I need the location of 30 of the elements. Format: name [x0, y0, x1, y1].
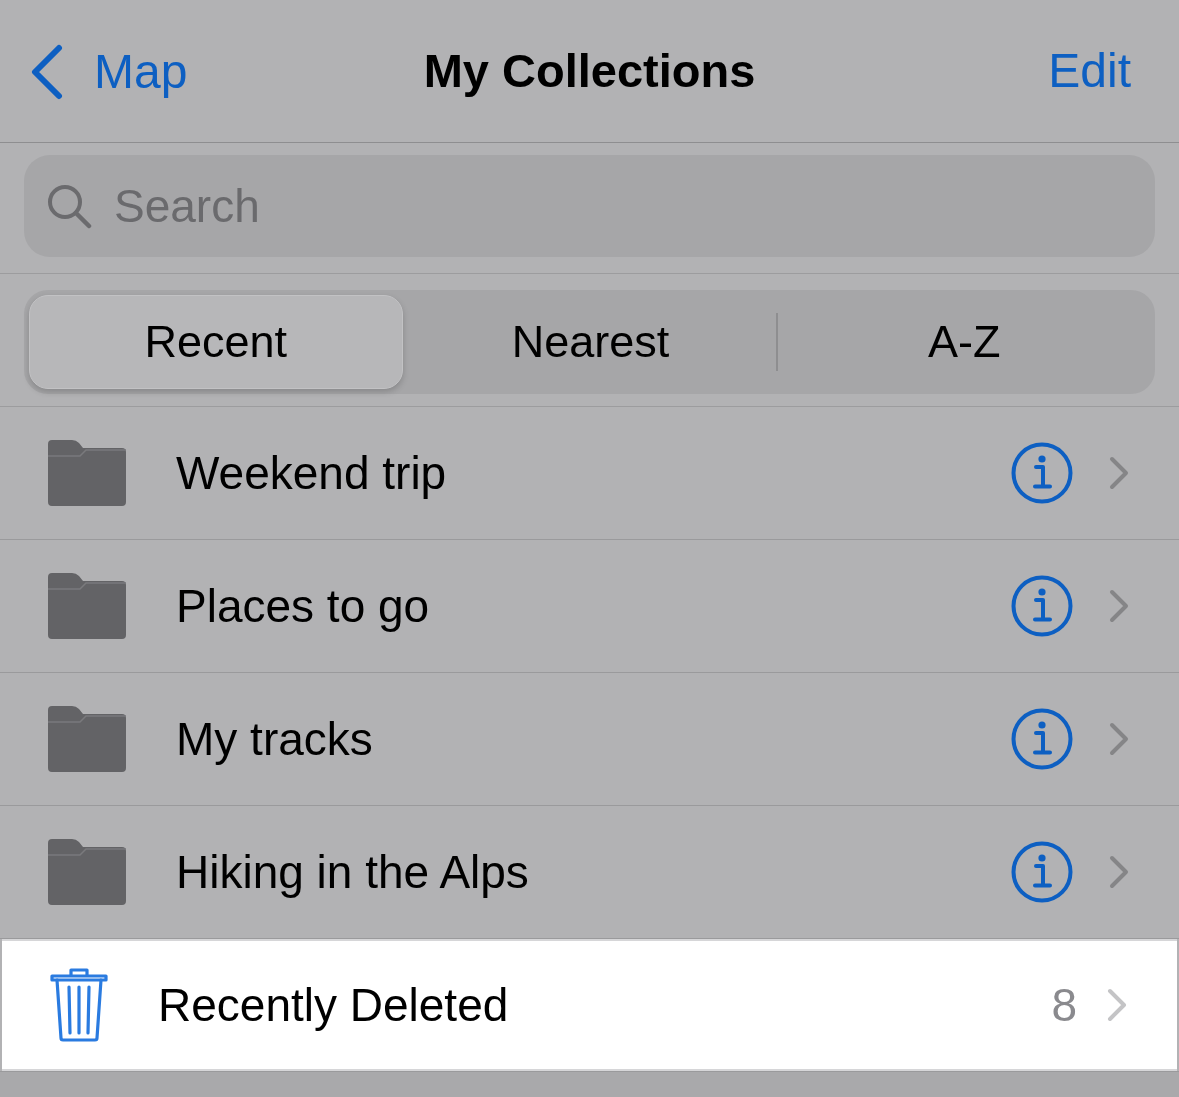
- sort-tab[interactable]: Nearest: [404, 295, 777, 389]
- folder-icon: [48, 839, 126, 905]
- collection-row[interactable]: My tracks: [0, 673, 1179, 806]
- collection-name: My tracks: [176, 711, 374, 767]
- search-icon: [46, 183, 92, 229]
- collection-row[interactable]: Places to go: [0, 540, 1179, 673]
- collection-row[interactable]: Weekend trip: [0, 407, 1179, 540]
- info-icon[interactable]: [1011, 708, 1073, 770]
- chevron-icon: [1109, 722, 1129, 756]
- chevron-icon: [1109, 456, 1129, 490]
- folder-icon: [48, 573, 126, 639]
- folder-icon: [48, 440, 126, 506]
- recently-deleted-label: Recently Deleted: [158, 977, 510, 1033]
- sort-tab[interactable]: Recent: [29, 295, 403, 389]
- folder-icon: [48, 706, 126, 772]
- search-field[interactable]: Search: [24, 155, 1155, 257]
- info-icon[interactable]: [1011, 442, 1073, 504]
- chevron-icon: [1109, 589, 1129, 623]
- navigation-title: My Collections: [423, 42, 756, 99]
- collection-name: Hiking in the Alps: [176, 844, 530, 900]
- collection-name: Places to go: [176, 578, 431, 634]
- info-icon[interactable]: [1011, 841, 1073, 903]
- sort-tab[interactable]: A-Z: [778, 295, 1150, 389]
- collection-name: Weekend trip: [176, 445, 448, 501]
- trash-icon: [50, 967, 108, 1043]
- info-icon[interactable]: [1011, 575, 1073, 637]
- chevron-icon: [1107, 988, 1127, 1022]
- recently-deleted-row[interactable]: Recently Deleted 8: [2, 939, 1177, 1071]
- chevron-icon: [1109, 855, 1129, 889]
- deleted-count: 8: [1051, 977, 1077, 1033]
